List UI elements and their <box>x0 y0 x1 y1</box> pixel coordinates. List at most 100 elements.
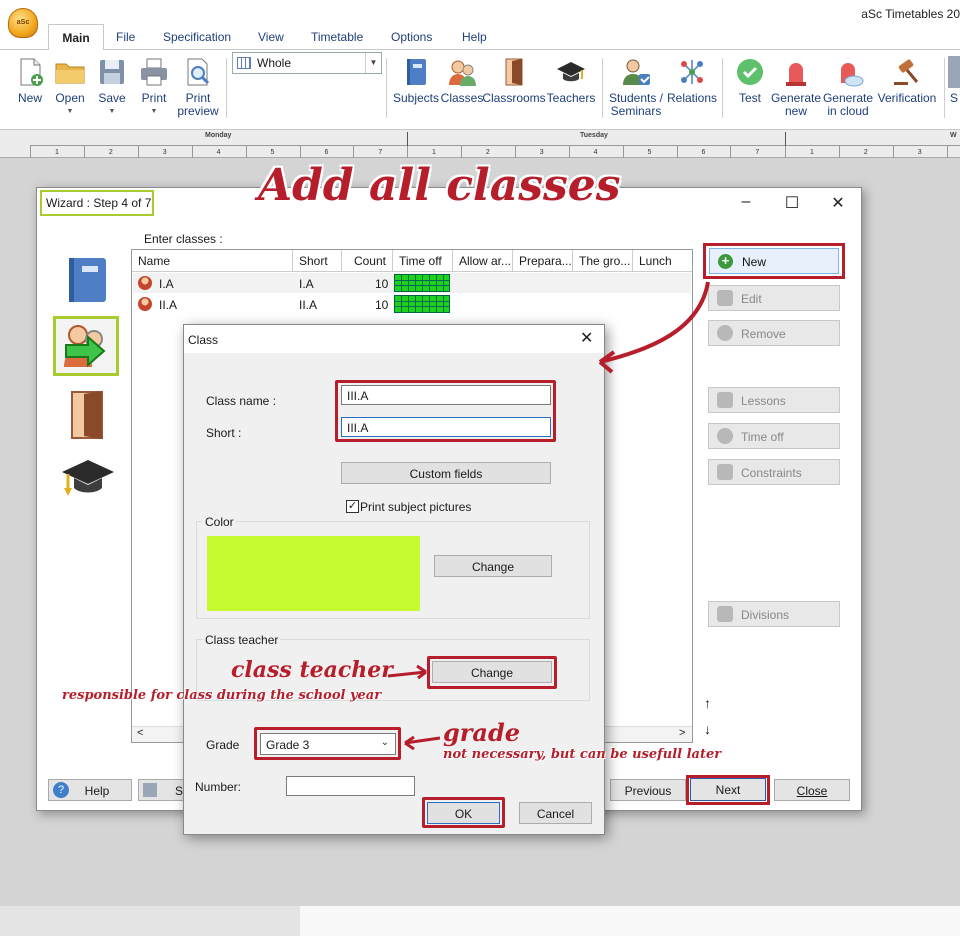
tab-timetable[interactable]: Timetable <box>311 30 363 44</box>
relations-button[interactable]: Relations <box>664 52 720 105</box>
period-label: 3 <box>917 149 922 156</box>
timetable-header <box>0 130 960 158</box>
book-icon <box>407 59 426 85</box>
previous-button[interactable]: Previous <box>610 779 686 801</box>
grade-select[interactable]: Grade 3 ⌄ <box>260 733 396 755</box>
ribbon-separator <box>722 58 723 118</box>
cancel-button[interactable]: Cancel <box>519 802 592 824</box>
column-header-allow[interactable]: Allow ar... <box>453 250 513 272</box>
students-seminars-button[interactable]: Students / Seminars <box>606 52 666 118</box>
app-title: aSc Timetables 20 <box>861 7 960 21</box>
classes-button[interactable]: Classes <box>436 52 488 105</box>
column-header-short[interactable]: Short <box>293 250 342 272</box>
move-up-icon[interactable]: ↑ <box>704 695 711 711</box>
period-divider <box>460 146 462 158</box>
print-pictures-checkbox[interactable]: ✓ <box>346 500 359 513</box>
siren-icon <box>786 63 806 86</box>
scroll-left-icon[interactable]: < <box>137 727 143 739</box>
tab-help[interactable]: Help <box>462 30 487 44</box>
color-change-button[interactable]: Change <box>434 555 552 577</box>
students-icon <box>449 60 476 86</box>
generate-new-button[interactable]: Generate new <box>770 52 822 118</box>
teacher-change-button[interactable]: Change <box>432 661 552 683</box>
print-preview-icon <box>187 58 210 86</box>
period-label: 5 <box>270 149 275 156</box>
wizard-subjects-icon[interactable] <box>58 252 120 310</box>
short-input[interactable]: III.A <box>341 417 551 437</box>
app-logo-icon[interactable]: aSc <box>8 8 38 38</box>
number-input[interactable] <box>286 776 415 796</box>
period-divider <box>730 146 732 158</box>
print-preview-button[interactable]: Print preview <box>172 52 224 118</box>
time-off-grid[interactable] <box>394 274 450 292</box>
wizard-classrooms-icon[interactable] <box>58 388 120 446</box>
column-header-preparation[interactable]: Prepara... <box>513 250 573 272</box>
column-header-name[interactable]: Name <box>132 250 293 272</box>
wizard-classes-icon[interactable] <box>53 316 119 376</box>
generate-cloud-button[interactable]: Generate in cloud <box>822 52 874 118</box>
row-short: II.A <box>299 298 318 312</box>
save-icon <box>143 783 157 797</box>
tab-main[interactable]: Main <box>48 24 104 50</box>
number-label: Number: <box>195 780 242 794</box>
custom-fields-button[interactable]: Custom fields <box>341 462 551 484</box>
remove-button[interactable]: Remove <box>708 320 840 346</box>
ok-button[interactable]: OK <box>427 802 500 824</box>
save-wizard-button[interactable]: Sa <box>138 779 188 801</box>
tab-file[interactable]: File <box>116 30 135 44</box>
check-badge-icon <box>737 59 763 85</box>
period-label: 6 <box>324 149 329 156</box>
row-short: I.A <box>299 277 314 291</box>
maximize-icon[interactable]: ☐ <box>782 193 802 212</box>
column-header-lunch[interactable]: Lunch <box>633 250 692 272</box>
cloud-siren-icon <box>841 63 864 87</box>
column-header-time-off[interactable]: Time off <box>393 250 453 272</box>
new-class-button[interactable]: + New <box>709 248 839 274</box>
subjects-button[interactable]: Subjects <box>390 52 442 105</box>
scroll-right-icon[interactable]: > <box>679 727 685 739</box>
verification-button[interactable]: Verification <box>874 52 940 105</box>
period-divider <box>568 146 570 158</box>
close-icon[interactable]: ✕ <box>828 193 848 212</box>
constraints-button[interactable]: Constraints <box>708 459 840 485</box>
classes-arrow-icon <box>64 325 106 368</box>
help-icon: ? <box>53 782 69 798</box>
status-bar-left <box>0 906 300 936</box>
move-down-icon[interactable]: ↓ <box>704 721 711 737</box>
period-divider <box>676 146 678 158</box>
period-label: 3 <box>162 149 167 156</box>
edit-button[interactable]: Edit <box>708 285 840 311</box>
divisions-button[interactable]: Divisions <box>708 601 840 627</box>
view-select[interactable]: Whole ▼ <box>232 52 382 74</box>
help-button[interactable]: ? Help <box>48 779 132 801</box>
annotation-class-teacher: class teacher <box>231 657 393 683</box>
period-label: 1 <box>809 149 814 156</box>
annotation-grade-desc: not necessary, but can be usefull later <box>443 747 722 762</box>
teachers-button[interactable]: Teachers <box>544 52 598 105</box>
minimize-icon[interactable]: – <box>736 193 756 211</box>
period-divider <box>137 146 139 158</box>
tab-view[interactable]: View <box>258 30 284 44</box>
more-button[interactable]: S <box>948 52 960 105</box>
class-dialog-title: Class <box>184 325 604 353</box>
door-icon <box>71 391 103 439</box>
time-off-grid[interactable] <box>394 295 450 313</box>
wizard-teachers-icon[interactable] <box>58 454 120 512</box>
test-button[interactable]: Test <box>724 52 776 105</box>
period-divider <box>892 146 894 158</box>
column-header-groups[interactable]: The gro... <box>573 250 633 272</box>
lessons-icon <box>717 392 733 408</box>
tab-specification[interactable]: Specification <box>163 30 231 44</box>
tab-options[interactable]: Options <box>391 30 432 44</box>
time-off-button[interactable]: Time off <box>708 423 840 449</box>
class-name-input[interactable]: III.A <box>341 385 551 405</box>
next-button[interactable]: Next <box>690 778 766 801</box>
chevron-down-icon: ⌄ <box>380 737 389 748</box>
column-header-count[interactable]: Count <box>342 250 393 272</box>
close-icon[interactable]: ✕ <box>580 328 593 348</box>
classrooms-button[interactable]: Classrooms <box>482 52 546 105</box>
period-label: 5 <box>647 149 652 156</box>
lessons-button[interactable]: Lessons <box>708 387 840 413</box>
close-button[interactable]: Close <box>774 779 850 801</box>
period-divider <box>785 146 786 158</box>
